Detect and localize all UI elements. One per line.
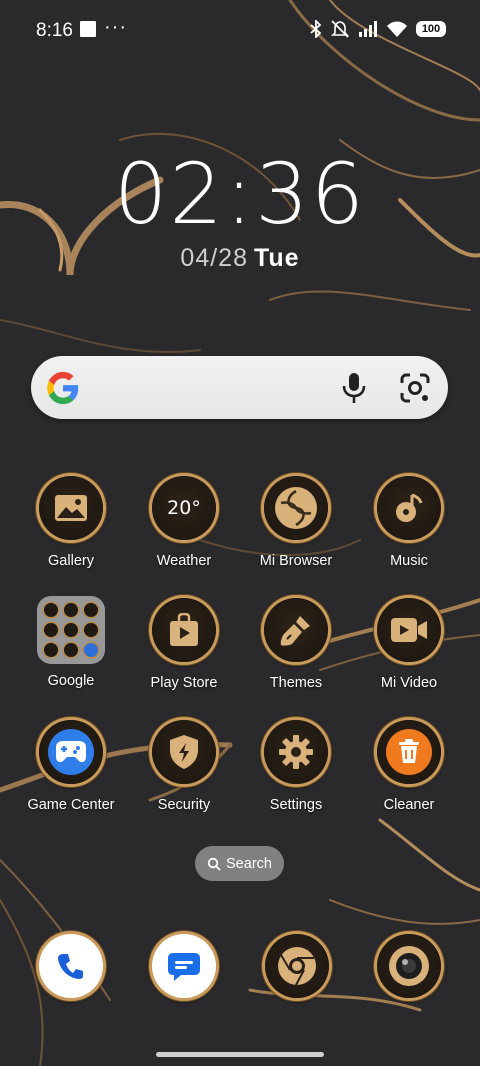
lens-icon[interactable]	[399, 372, 431, 404]
browser-icon	[264, 476, 328, 540]
status-bar: 8:16 ··· 100	[0, 0, 480, 60]
game-center-icon	[39, 720, 103, 784]
app-search-button[interactable]: Search	[195, 846, 284, 881]
clock-date: 04/28	[180, 244, 248, 272]
settings-label: Settings	[269, 797, 323, 813]
app-play-store[interactable]: Play Store	[128, 598, 240, 691]
mic-icon[interactable]	[339, 371, 369, 405]
folder-app-icon	[84, 643, 98, 657]
folder-app-icon	[64, 643, 78, 657]
app-cleaner[interactable]: Cleaner	[353, 720, 465, 813]
folder-app-icon	[64, 603, 78, 617]
app-mi-browser[interactable]: Mi Browser	[240, 476, 352, 569]
app-weather[interactable]: 20° Weather	[128, 476, 240, 569]
phone-icon	[39, 934, 103, 998]
battery-indicator: 100	[416, 21, 446, 37]
gear-icon	[264, 720, 328, 784]
cleaner-label: Cleaner	[383, 797, 435, 813]
folder-app-icon	[44, 623, 58, 637]
more-notifications-icon: ···	[104, 16, 127, 38]
play-store-icon	[152, 598, 216, 662]
app-search-label: Search	[226, 855, 272, 872]
chrome-icon	[265, 934, 329, 998]
folder-app-icon	[84, 603, 98, 617]
google-logo-icon	[47, 371, 79, 405]
dock-chrome[interactable]	[265, 934, 329, 998]
search-icon	[207, 857, 221, 871]
video-icon	[377, 598, 441, 662]
weather-temp: 20°	[167, 497, 201, 519]
dock-phone[interactable]	[39, 934, 103, 998]
camera-icon	[377, 934, 441, 998]
bluetooth-icon	[310, 20, 322, 38]
security-label: Security	[157, 797, 211, 813]
mi-browser-label: Mi Browser	[259, 553, 333, 569]
home-indicator[interactable]	[156, 1052, 324, 1057]
mi-video-label: Mi Video	[380, 675, 438, 691]
gallery-icon	[39, 476, 103, 540]
themes-brush-icon	[264, 598, 328, 662]
themes-label: Themes	[269, 675, 323, 691]
folder-app-icon	[64, 623, 78, 637]
folder-google[interactable]: Google	[15, 596, 127, 689]
google-folder-icon	[37, 596, 105, 664]
gallery-label: Gallery	[48, 553, 94, 569]
dock-messages[interactable]	[152, 934, 216, 998]
wifi-icon	[387, 21, 407, 37]
app-music[interactable]: Music	[353, 476, 465, 569]
status-icons: 100	[310, 19, 446, 39]
folder-app-icon	[84, 623, 98, 637]
security-shield-icon	[152, 720, 216, 784]
app-mi-video[interactable]: Mi Video	[353, 598, 465, 691]
app-settings[interactable]: Settings	[240, 720, 352, 813]
weather-label: Weather	[156, 553, 212, 569]
messages-icon	[152, 934, 216, 998]
signal-icon	[359, 21, 377, 37]
cleaner-trash-icon	[377, 720, 441, 784]
google-folder-label: Google	[47, 673, 95, 689]
google-search-widget[interactable]	[31, 356, 448, 419]
app-security[interactable]: Security	[128, 720, 240, 813]
app-themes[interactable]: Themes	[240, 598, 352, 691]
app-game-center[interactable]: Game Center	[15, 720, 127, 813]
clock-time[interactable]: 02:36	[0, 152, 480, 236]
music-icon	[377, 476, 441, 540]
mute-icon	[331, 20, 349, 38]
status-time: 8:16	[36, 20, 73, 41]
weather-icon: 20°	[152, 476, 216, 540]
dock-camera[interactable]	[377, 934, 441, 998]
game-center-label: Game Center	[27, 797, 115, 813]
clock-date-line[interactable]: 04/28 Tue	[0, 246, 480, 271]
play-store-label: Play Store	[150, 675, 218, 691]
app-gallery[interactable]: Gallery	[15, 476, 127, 569]
clock-day: Tue	[253, 244, 300, 272]
music-label: Music	[390, 553, 428, 569]
folder-app-icon	[44, 643, 58, 657]
folder-app-icon	[44, 603, 58, 617]
notification-square-icon	[80, 21, 96, 37]
